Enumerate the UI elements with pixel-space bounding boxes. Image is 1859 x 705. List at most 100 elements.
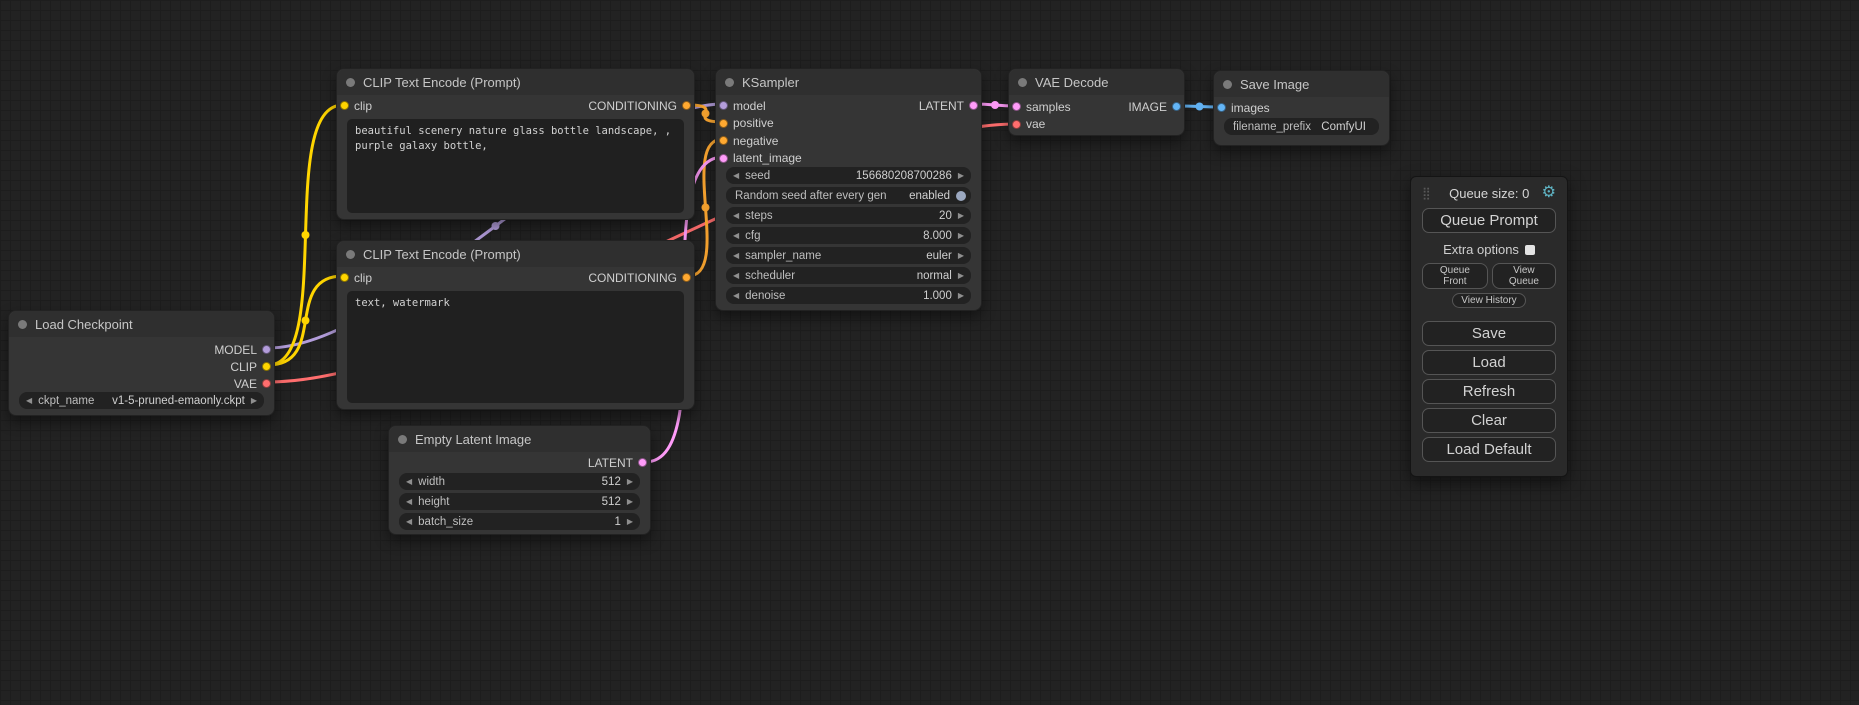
widget-height[interactable]: ◀ height 512 ▶ bbox=[399, 493, 640, 510]
collapse-dot-icon[interactable] bbox=[1223, 80, 1232, 89]
increment-arrow-icon[interactable]: ▶ bbox=[251, 397, 257, 405]
graph-canvas[interactable]: Load Checkpoint MODEL CLIP VAE ◀ ckpt_na… bbox=[0, 0, 1859, 705]
node-title: KSampler bbox=[742, 75, 799, 90]
slot-label: latent_image bbox=[716, 151, 802, 165]
collapse-dot-icon[interactable] bbox=[18, 320, 27, 329]
widget-cfg[interactable]: ◀ cfg 8.000 ▶ bbox=[726, 227, 971, 244]
output-slot-latent[interactable]: LATENT bbox=[716, 97, 981, 115]
widget-random-seed-toggle[interactable]: Random seed after every gen enabled bbox=[726, 187, 971, 204]
node-clip-text-encode-negative[interactable]: CLIP Text Encode (Prompt) clip CONDITION… bbox=[336, 240, 695, 410]
decrement-arrow-icon[interactable]: ◀ bbox=[733, 272, 739, 280]
node-title-bar[interactable]: KSampler bbox=[716, 69, 981, 95]
output-slot-image[interactable]: IMAGE bbox=[1009, 98, 1184, 116]
node-title-bar[interactable]: Save Image bbox=[1214, 71, 1389, 97]
clip-input-dot[interactable] bbox=[340, 101, 349, 110]
increment-arrow-icon[interactable]: ▶ bbox=[958, 292, 964, 300]
latent-output-dot[interactable] bbox=[638, 458, 647, 467]
queue-front-button[interactable]: Queue Front bbox=[1422, 263, 1488, 289]
collapse-dot-icon[interactable] bbox=[725, 78, 734, 87]
extra-options-checkbox[interactable] bbox=[1525, 245, 1535, 255]
node-empty-latent-image[interactable]: Empty Latent Image LATENT ◀ width 512 ▶ … bbox=[388, 425, 651, 535]
collapse-dot-icon[interactable] bbox=[1018, 78, 1027, 87]
decrement-arrow-icon[interactable]: ◀ bbox=[733, 212, 739, 220]
node-title-bar[interactable]: Empty Latent Image bbox=[389, 426, 650, 452]
decrement-arrow-icon[interactable]: ◀ bbox=[406, 518, 412, 526]
queue-size-label: Queue size: 0 bbox=[1437, 186, 1542, 201]
node-save-image[interactable]: Save Image images filename_prefix ComfyU… bbox=[1213, 70, 1390, 146]
image-output-dot[interactable] bbox=[1172, 102, 1181, 111]
output-slot-clip[interactable]: CLIP bbox=[9, 358, 274, 375]
input-slot-images[interactable]: images bbox=[1214, 99, 1389, 116]
clip-output-dot[interactable] bbox=[262, 362, 271, 371]
decrement-arrow-icon[interactable]: ◀ bbox=[406, 498, 412, 506]
collapse-dot-icon[interactable] bbox=[346, 250, 355, 259]
view-history-button[interactable]: View History bbox=[1452, 293, 1525, 308]
input-slot-vae[interactable]: vae bbox=[1009, 116, 1184, 134]
output-slot-vae[interactable]: VAE bbox=[9, 375, 274, 392]
output-slot-model[interactable]: MODEL bbox=[9, 341, 274, 358]
conditioning-input-dot[interactable] bbox=[719, 119, 728, 128]
collapse-dot-icon[interactable] bbox=[346, 78, 355, 87]
input-slot-negative[interactable]: negative bbox=[716, 132, 981, 150]
widget-batch-size[interactable]: ◀ batch_size 1 ▶ bbox=[399, 513, 640, 530]
increment-arrow-icon[interactable]: ▶ bbox=[958, 232, 964, 240]
increment-arrow-icon[interactable]: ▶ bbox=[627, 478, 633, 486]
increment-arrow-icon[interactable]: ▶ bbox=[958, 272, 964, 280]
node-title-bar[interactable]: CLIP Text Encode (Prompt) bbox=[337, 69, 694, 95]
decrement-arrow-icon[interactable]: ◀ bbox=[733, 252, 739, 260]
widget-sampler-name[interactable]: ◀ sampler_name euler ▶ bbox=[726, 247, 971, 264]
input-slot-latent-image[interactable]: latent_image bbox=[716, 150, 981, 168]
node-vae-decode[interactable]: VAE Decode samples vae IMAGE bbox=[1008, 68, 1185, 136]
model-output-dot[interactable] bbox=[262, 345, 271, 354]
increment-arrow-icon[interactable]: ▶ bbox=[958, 252, 964, 260]
settings-gear-icon[interactable]: ⚙ bbox=[1542, 185, 1556, 201]
latent-input-dot[interactable] bbox=[719, 154, 728, 163]
decrement-arrow-icon[interactable]: ◀ bbox=[733, 292, 739, 300]
node-ksampler[interactable]: KSampler model positive negative latent_… bbox=[715, 68, 982, 311]
save-button[interactable]: Save bbox=[1422, 321, 1556, 346]
input-slot-positive[interactable]: positive bbox=[716, 115, 981, 133]
decrement-arrow-icon[interactable]: ◀ bbox=[733, 172, 739, 180]
conditioning-output-dot[interactable] bbox=[682, 101, 691, 110]
latent-output-dot[interactable] bbox=[969, 101, 978, 110]
increment-arrow-icon[interactable]: ▶ bbox=[958, 172, 964, 180]
clip-input-dot[interactable] bbox=[340, 273, 349, 282]
widget-ckpt-name[interactable]: ◀ ckpt_name v1-5-pruned-emaonly.ckpt ▶ bbox=[19, 392, 264, 409]
view-queue-button[interactable]: View Queue bbox=[1492, 263, 1556, 289]
decrement-arrow-icon[interactable]: ◀ bbox=[26, 397, 32, 405]
vae-input-dot[interactable] bbox=[1012, 120, 1021, 129]
conditioning-input-dot[interactable] bbox=[719, 136, 728, 145]
slot-row: clip CONDITIONING bbox=[337, 269, 694, 286]
node-title-bar[interactable]: Load Checkpoint bbox=[9, 311, 274, 337]
positive-prompt-textarea[interactable]: beautiful scenery nature glass bottle la… bbox=[347, 119, 684, 213]
widget-width[interactable]: ◀ width 512 ▶ bbox=[399, 473, 640, 490]
decrement-arrow-icon[interactable]: ◀ bbox=[733, 232, 739, 240]
load-button[interactable]: Load bbox=[1422, 350, 1556, 375]
conditioning-output-dot[interactable] bbox=[682, 273, 691, 282]
vae-output-dot[interactable] bbox=[262, 379, 271, 388]
node-title-bar[interactable]: VAE Decode bbox=[1009, 69, 1184, 95]
widget-steps[interactable]: ◀ steps 20 ▶ bbox=[726, 207, 971, 224]
widget-denoise[interactable]: ◀ denoise 1.000 ▶ bbox=[726, 287, 971, 304]
clear-button[interactable]: Clear bbox=[1422, 408, 1556, 433]
collapse-dot-icon[interactable] bbox=[398, 435, 407, 444]
output-slot-latent[interactable]: LATENT bbox=[389, 454, 650, 471]
node-load-checkpoint[interactable]: Load Checkpoint MODEL CLIP VAE ◀ ckpt_na… bbox=[8, 310, 275, 416]
decrement-arrow-icon[interactable]: ◀ bbox=[406, 478, 412, 486]
node-title-bar[interactable]: CLIP Text Encode (Prompt) bbox=[337, 241, 694, 267]
drag-handle-icon[interactable]: ⣿ bbox=[1422, 186, 1431, 200]
increment-arrow-icon[interactable]: ▶ bbox=[627, 498, 633, 506]
queue-prompt-button[interactable]: Queue Prompt bbox=[1422, 208, 1556, 233]
image-input-dot[interactable] bbox=[1217, 103, 1226, 112]
refresh-button[interactable]: Refresh bbox=[1422, 379, 1556, 404]
load-default-button[interactable]: Load Default bbox=[1422, 437, 1556, 462]
node-clip-text-encode-positive[interactable]: CLIP Text Encode (Prompt) clip CONDITION… bbox=[336, 68, 695, 220]
widget-filename-prefix[interactable]: filename_prefix ComfyUI bbox=[1224, 118, 1379, 135]
increment-arrow-icon[interactable]: ▶ bbox=[627, 518, 633, 526]
widget-name: Random seed after every gen bbox=[735, 190, 887, 202]
increment-arrow-icon[interactable]: ▶ bbox=[958, 212, 964, 220]
negative-prompt-textarea[interactable]: text, watermark bbox=[347, 291, 684, 403]
wire-midpoint-dot bbox=[991, 101, 999, 109]
widget-seed[interactable]: ◀ seed 156680208700286 ▶ bbox=[726, 167, 971, 184]
widget-scheduler[interactable]: ◀ scheduler normal ▶ bbox=[726, 267, 971, 284]
